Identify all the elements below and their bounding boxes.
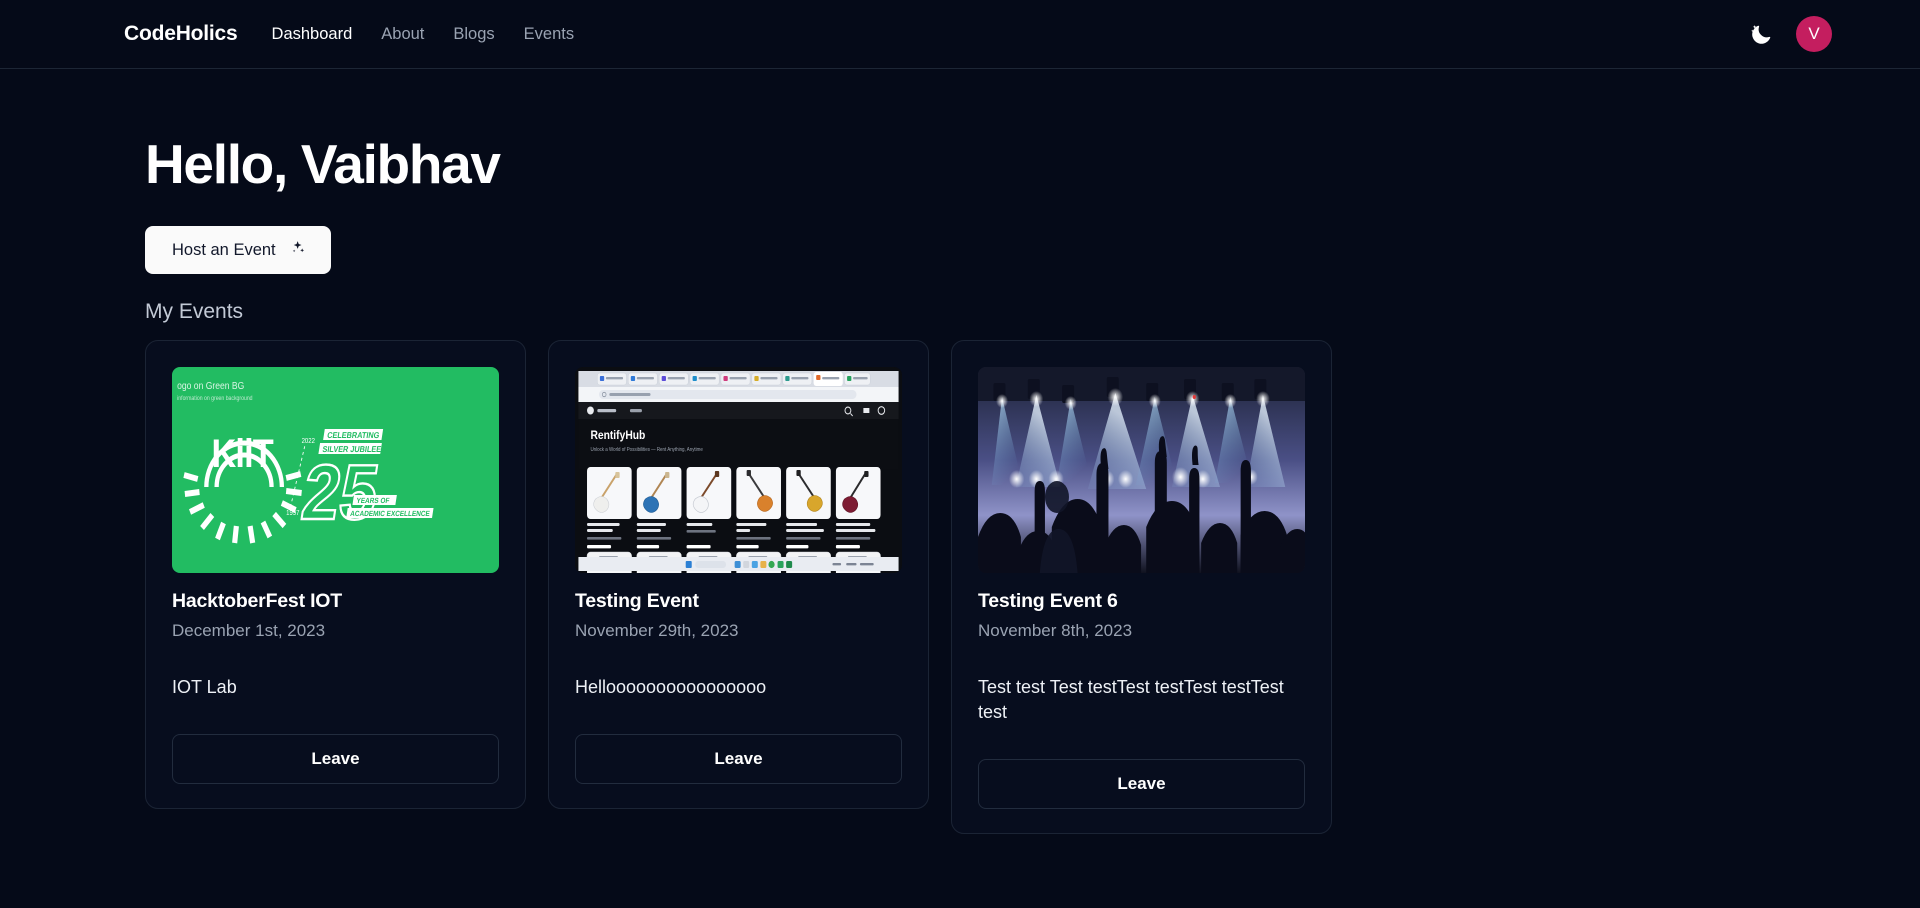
event-description: Helloooooooooooooooo (575, 677, 767, 697)
svg-text:information on green backgroun: information on green background (177, 396, 252, 402)
events-card-grid: ogo on Green BG information on green bac… (145, 340, 1920, 834)
nav-item-about[interactable]: About (381, 25, 424, 44)
event-card[interactable]: ogo on Green BG information on green bac… (145, 340, 526, 809)
svg-text:KiiT: KiiT (211, 431, 273, 476)
svg-text:ACADEMIC EXCELLENCE: ACADEMIC EXCELLENCE (350, 511, 431, 518)
svg-text:RentifyHub: RentifyHub (590, 429, 645, 442)
event-thumbnail-concert-photo (978, 367, 1305, 573)
event-card[interactable]: RentifyHub Unlock a World of Possibiliti… (548, 340, 929, 809)
section-title-my-events: My Events (145, 300, 244, 323)
page-title: Hello, Vaibhav (145, 133, 501, 195)
svg-text:1997: 1997 (286, 510, 300, 518)
event-description: IOT Lab (172, 677, 237, 697)
svg-text:2022: 2022 (302, 438, 316, 446)
leave-event-button[interactable]: Leave (575, 733, 902, 784)
navbar-left-group: CodeHolics Dashboard About Blogs Events (0, 22, 574, 46)
event-title: HacktoberFest IOT (172, 590, 342, 612)
event-date: November 8th, 2023 (978, 621, 1133, 640)
svg-text:25: 25 (297, 449, 385, 536)
main-content: Hello, Vaibhav Host an Event My Events o… (0, 132, 1920, 834)
primary-nav: Dashboard About Blogs Events (272, 25, 575, 44)
event-thumbnail-browser-screenshot: RentifyHub Unlock a World of Possibiliti… (575, 367, 902, 573)
nav-item-events[interactable]: Events (524, 25, 574, 44)
sparkles-icon (289, 239, 306, 261)
host-an-event-button[interactable]: Host an Event (145, 226, 331, 274)
event-card[interactable]: Testing Event 6 November 8th, 2023 Test … (951, 340, 1332, 834)
svg-text:Unlock a World of Possibilitie: Unlock a World of Possibilities — Rent A… (590, 447, 703, 453)
nav-item-blogs[interactable]: Blogs (453, 25, 494, 44)
brand-logo[interactable]: CodeHolics (124, 22, 238, 46)
svg-text:ogo on Green BG: ogo on Green BG (177, 380, 244, 391)
navbar-right-group: V (1748, 16, 1880, 52)
leave-event-button[interactable]: Leave (978, 758, 1305, 809)
svg-text:YEARS OF: YEARS OF (356, 498, 391, 505)
host-an-event-label: Host an Event (172, 240, 276, 259)
event-date: November 29th, 2023 (575, 621, 739, 640)
event-description: Test test Test testTest testTest testTes… (978, 677, 1284, 722)
leave-event-button[interactable]: Leave (172, 733, 499, 784)
moon-stars-icon[interactable] (1748, 21, 1774, 47)
top-navbar: CodeHolics Dashboard About Blogs Events … (0, 0, 1920, 69)
event-title: Testing Event 6 (978, 590, 1118, 612)
event-thumbnail-kiit-logo: ogo on Green BG information on green bac… (172, 367, 499, 573)
svg-text:CELEBRATING: CELEBRATING (327, 431, 381, 441)
event-title: Testing Event (575, 590, 699, 612)
event-date: December 1st, 2023 (172, 621, 326, 640)
nav-item-dashboard[interactable]: Dashboard (272, 25, 353, 44)
user-avatar[interactable]: V (1796, 16, 1832, 52)
